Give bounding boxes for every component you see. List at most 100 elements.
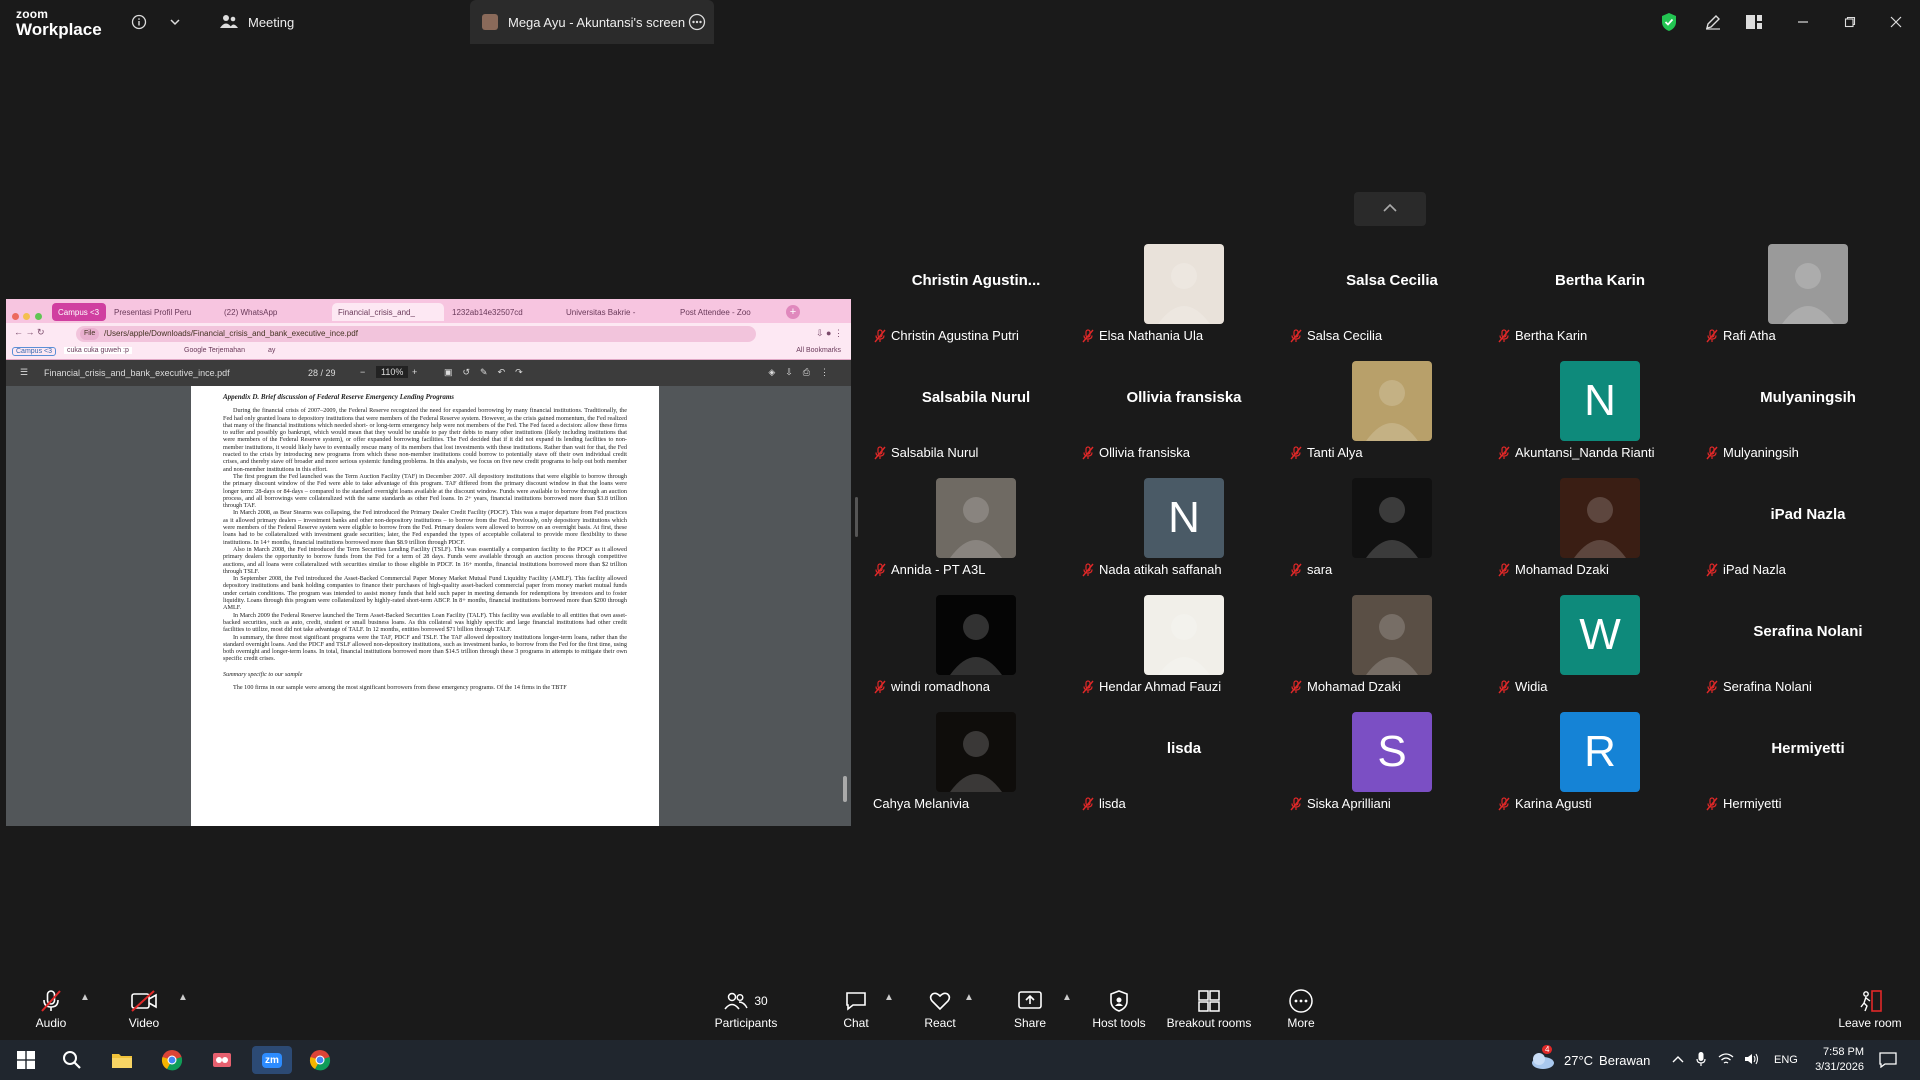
split-view-divider[interactable] [855, 497, 858, 537]
participant-tile[interactable]: N Nada atikah saffanah [1081, 478, 1287, 592]
more-options-icon[interactable] [688, 13, 706, 34]
chrome-icon[interactable] [154, 1046, 190, 1074]
participant-name: Hermiyetti [1723, 796, 1782, 811]
video-options-caret[interactable]: ▲ [178, 992, 188, 1003]
participant-tile[interactable]: Mohamad Dzaki [1289, 595, 1495, 709]
participant-name: Christin Agustina Putri [891, 328, 1019, 343]
input-language[interactable]: ENG [1774, 1054, 1798, 1066]
breakout-rooms-button[interactable]: Breakout rooms [1159, 988, 1259, 1030]
participant-name: Siska Aprilliani [1307, 796, 1391, 811]
host-tools-button[interactable]: Host tools [1074, 988, 1164, 1030]
browser-tab[interactable]: 1232ab14e32507cd [446, 303, 558, 321]
participant-display-name: iPad Nazla [1770, 506, 1846, 523]
bookmark-item[interactable]: ay [268, 347, 275, 354]
participant-name-label: Ollivia fransiska [1081, 445, 1190, 460]
new-tab-icon[interactable]: + [786, 305, 800, 319]
participant-tile[interactable]: W Widia [1497, 595, 1703, 709]
weather-widget[interactable]: 4 27°C Berawan [1528, 1040, 1650, 1080]
chrome-profile-icon[interactable] [302, 1046, 338, 1074]
pdf-viewer[interactable]: Appendix D. Brief discussion of Federal … [6, 386, 851, 826]
browser-tab[interactable]: Post Attendee - Zoo [674, 303, 782, 321]
bookmark-item[interactable]: Campus <3 [12, 347, 56, 356]
more-label: More [1287, 1016, 1315, 1030]
participant-tile[interactable]: Ollivia fransiska Ollivia fransiska [1081, 361, 1287, 475]
people-icon [220, 13, 238, 32]
participant-tile[interactable]: Christin Agustin... Christin Agustina Put… [873, 244, 1079, 358]
clock[interactable]: 7:58 PM 3/31/2026 [1798, 1040, 1864, 1080]
menu-icon[interactable]: ☰ [20, 367, 28, 378]
bookmark-item[interactable]: All Bookmarks [796, 347, 841, 354]
zoom-app-icon[interactable]: zm [252, 1046, 292, 1074]
volume-icon[interactable] [1744, 1052, 1760, 1069]
react-options-caret[interactable]: ▲ [964, 992, 974, 1003]
audio-options-caret[interactable]: ▲ [80, 992, 90, 1003]
participant-tile[interactable]: iPad Nazla iPad Nazla [1705, 478, 1911, 592]
zoom-out-icon[interactable]: − [360, 367, 365, 377]
paragraph: In March 2009 the Federal Reserve launch… [223, 611, 627, 634]
participant-tile[interactable]: Serafina Nolani Serafina Nolani [1705, 595, 1911, 709]
browser-tab[interactable]: Universitas Bakrie - [560, 303, 672, 321]
restore-icon[interactable] [1837, 9, 1863, 35]
participant-display-name: Ollivia fransiska [1126, 389, 1242, 406]
microphone-icon[interactable] [1696, 1051, 1706, 1070]
participant-name-label: sara [1289, 562, 1332, 577]
more-button[interactable]: More [1256, 988, 1346, 1030]
zoom-level[interactable]: 110% [376, 366, 409, 378]
page-indicator[interactable]: 28 / 29 [308, 368, 336, 378]
gallery-scroll-up-button[interactable] [1354, 192, 1426, 226]
participant-tile[interactable]: Hendar Ahmad Fauzi [1081, 595, 1287, 709]
pdf-actions-icons: ◈⇩⎙⋮ [768, 367, 839, 377]
windows-start-icon[interactable] [8, 1046, 44, 1074]
participant-tile[interactable]: Salsa Cecilia Salsa Cecilia [1289, 244, 1495, 358]
address-field[interactable]: File /Users/apple/Downloads/Financial_cr… [76, 326, 756, 342]
leave-room-button[interactable]: Leave room [1825, 988, 1915, 1030]
participant-tile[interactable]: lisda lisda [1081, 712, 1287, 826]
view-layout-icon[interactable] [1741, 9, 1767, 35]
participants-button[interactable]: 30 Participants [701, 988, 791, 1030]
browser-tab[interactable]: Presentasi Profil Peru [108, 303, 216, 321]
chevron-down-icon[interactable] [162, 9, 188, 35]
participant-tile[interactable]: Cahya Melanivia [873, 712, 1079, 826]
participant-name-label: Rafi Atha [1705, 328, 1776, 343]
participant-tile[interactable]: Elsa Nathania Ula [1081, 244, 1287, 358]
pdf-scrollbar[interactable] [843, 776, 847, 802]
participant-tile[interactable]: Hermiyetti Hermiyetti [1705, 712, 1911, 826]
tray-chevron-up-icon[interactable] [1672, 1053, 1684, 1067]
chat-options-caret[interactable]: ▲ [884, 992, 894, 1003]
security-shield-icon[interactable] [1656, 9, 1682, 35]
participant-tile[interactable]: N Akuntansi_Nanda Rianti [1497, 361, 1703, 475]
bookmark-item[interactable]: Google Terjemahan [184, 347, 245, 354]
participant-tile[interactable]: Mulyaningsih Mulyaningsih [1705, 361, 1911, 475]
leave-room-label: Leave room [1838, 1016, 1902, 1030]
participant-tile[interactable]: windi romadhona [873, 595, 1079, 709]
info-icon[interactable] [126, 9, 152, 35]
bookmark-item[interactable]: cuka cuka guweh :p [64, 347, 132, 354]
participant-tile[interactable]: Rafi Atha [1705, 244, 1911, 358]
tab-shared-screen[interactable]: Mega Ayu - Akuntansi's screen [470, 0, 714, 44]
annotate-pen-icon[interactable] [1700, 9, 1726, 35]
video-button[interactable]: Video [99, 988, 189, 1030]
file-explorer-icon[interactable] [104, 1046, 140, 1074]
share-options-caret[interactable]: ▲ [1062, 992, 1072, 1003]
participant-tile[interactable]: sara [1289, 478, 1495, 592]
wifi-icon[interactable] [1718, 1052, 1734, 1069]
shared-screen[interactable]: Campus <3 Presentasi Profil Peru (22) Wh… [6, 299, 851, 826]
minimize-icon[interactable] [1790, 9, 1816, 35]
participant-name: iPad Nazla [1723, 562, 1786, 577]
snipping-tool-icon[interactable] [204, 1046, 240, 1074]
participant-tile[interactable]: Annida - PT A3L [873, 478, 1079, 592]
browser-tab-group[interactable]: Campus <3 [52, 303, 106, 321]
zoom-in-icon[interactable]: + [412, 367, 417, 377]
participant-tile[interactable]: S Siska Aprilliani [1289, 712, 1495, 826]
participant-tile[interactable]: Mohamad Dzaki [1497, 478, 1703, 592]
browser-tab[interactable]: (22) WhatsApp [218, 303, 330, 321]
participant-tile[interactable]: Salsabila Nurul Salsabila Nurul [873, 361, 1079, 475]
browser-tab-active[interactable]: Financial_crisis_and_ [332, 303, 444, 321]
participant-tile[interactable]: R Karina Agusti [1497, 712, 1703, 826]
notifications-icon[interactable] [1870, 1046, 1906, 1074]
participant-tile[interactable]: Bertha Karin Bertha Karin [1497, 244, 1703, 358]
close-icon[interactable] [1883, 9, 1909, 35]
tab-meeting[interactable]: Meeting [208, 0, 458, 44]
participant-tile[interactable]: Tanti Alya [1289, 361, 1495, 475]
search-icon[interactable] [54, 1046, 90, 1074]
